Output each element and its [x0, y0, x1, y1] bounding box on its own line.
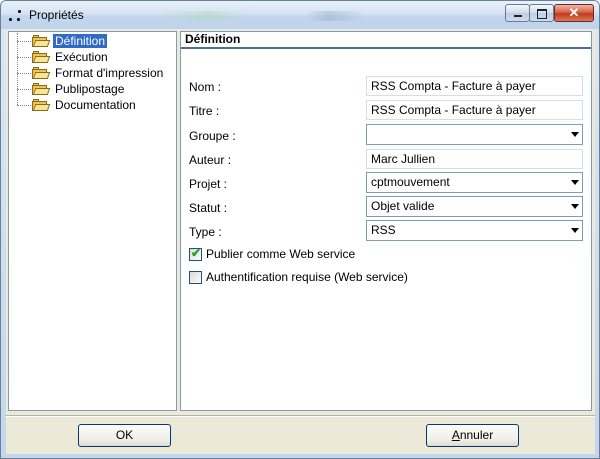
tree-item-label: Exécution — [55, 50, 108, 64]
folder-icon — [32, 99, 51, 111]
type-label: Type : — [189, 225, 222, 239]
cancel-accelerator: A — [451, 428, 460, 442]
close-icon: ✕ — [568, 5, 580, 20]
panel-header: Définition — [181, 32, 591, 49]
chevron-down-icon — [571, 228, 579, 233]
cancel-button[interactable]: Annuler — [426, 424, 519, 447]
titre-label: Titre : — [189, 104, 220, 118]
tree-item-label: Documentation — [55, 98, 136, 112]
app-icon[interactable] — [9, 9, 23, 23]
ok-button[interactable]: OK — [78, 424, 171, 447]
groupe-label: Groupe : — [189, 129, 236, 143]
maximize-button[interactable] — [529, 4, 554, 22]
tree-item-format-impression[interactable]: Format d'impression — [9, 65, 174, 81]
tree-connector — [17, 73, 33, 74]
projet-value: cptmouvement — [371, 175, 450, 189]
window-title: Propriétés — [29, 8, 84, 22]
tree-item-publipostage[interactable]: Publipostage — [9, 81, 174, 97]
tree-item-label: Format d'impression — [55, 66, 164, 80]
tree-item-label: Publipostage — [55, 82, 125, 96]
statut-label: Statut : — [189, 201, 228, 215]
tree-connector — [17, 89, 33, 90]
projet-label: Projet : — [189, 177, 228, 191]
chevron-down-icon — [571, 180, 579, 185]
nom-field[interactable]: RSS Compta - Facture à payer — [366, 76, 583, 96]
definition-panel: Définition Nom : RSS Compta - Facture à … — [180, 31, 592, 411]
folder-icon — [32, 51, 51, 63]
tree-item-documentation[interactable]: Documentation — [9, 97, 174, 113]
checkmark-icon: ✔ — [191, 246, 202, 260]
folder-icon — [32, 83, 51, 95]
tree-connector — [17, 57, 33, 58]
cancel-label-rest: nnuler — [459, 428, 494, 442]
webservice-checkbox-label[interactable]: Publier comme Web service — [206, 247, 355, 261]
nom-label: Nom : — [189, 80, 222, 94]
tree-connector — [17, 41, 33, 42]
folder-icon — [32, 67, 51, 79]
tree-item-definition[interactable]: Définition — [9, 33, 174, 49]
close-button[interactable]: ✕ — [554, 4, 594, 22]
projet-select[interactable]: cptmouvement — [366, 172, 583, 193]
auth-checkbox[interactable] — [189, 271, 202, 284]
webservice-checkbox[interactable]: ✔ — [189, 246, 202, 261]
titre-field[interactable]: RSS Compta - Facture à payer — [366, 100, 583, 120]
category-tree[interactable]: Définition Exécution Format d'impression… — [8, 31, 177, 411]
chevron-down-icon — [571, 204, 579, 209]
button-divider — [6, 415, 595, 417]
tree-item-execution[interactable]: Exécution — [9, 49, 174, 65]
folder-icon — [32, 35, 51, 47]
auth-checkbox-label[interactable]: Authentification requise (Web service) — [206, 270, 408, 284]
groupe-select[interactable] — [366, 124, 583, 145]
minimize-button[interactable] — [505, 4, 530, 22]
auteur-label: Auteur : — [189, 153, 232, 167]
title-bar-glow — [161, 11, 401, 21]
chevron-down-icon — [571, 132, 579, 137]
panel-title: Définition — [185, 32, 241, 46]
auteur-field[interactable]: Marc Jullien — [366, 149, 583, 169]
tree-item-label: Définition — [53, 34, 108, 48]
statut-value: Objet valide — [371, 199, 435, 213]
statut-select[interactable]: Objet valide — [366, 196, 583, 217]
tree-connector — [17, 105, 33, 106]
type-value: RSS — [371, 223, 396, 237]
maximize-icon — [537, 9, 547, 19]
properties-window: Propriétés ✕ Définition Exécution Format… — [0, 0, 600, 459]
minimize-icon — [514, 15, 522, 17]
type-select[interactable]: RSS — [366, 220, 583, 241]
title-bar[interactable]: Propriétés ✕ — [1, 1, 599, 29]
dialog-client-area: Définition Exécution Format d'impression… — [6, 29, 595, 454]
